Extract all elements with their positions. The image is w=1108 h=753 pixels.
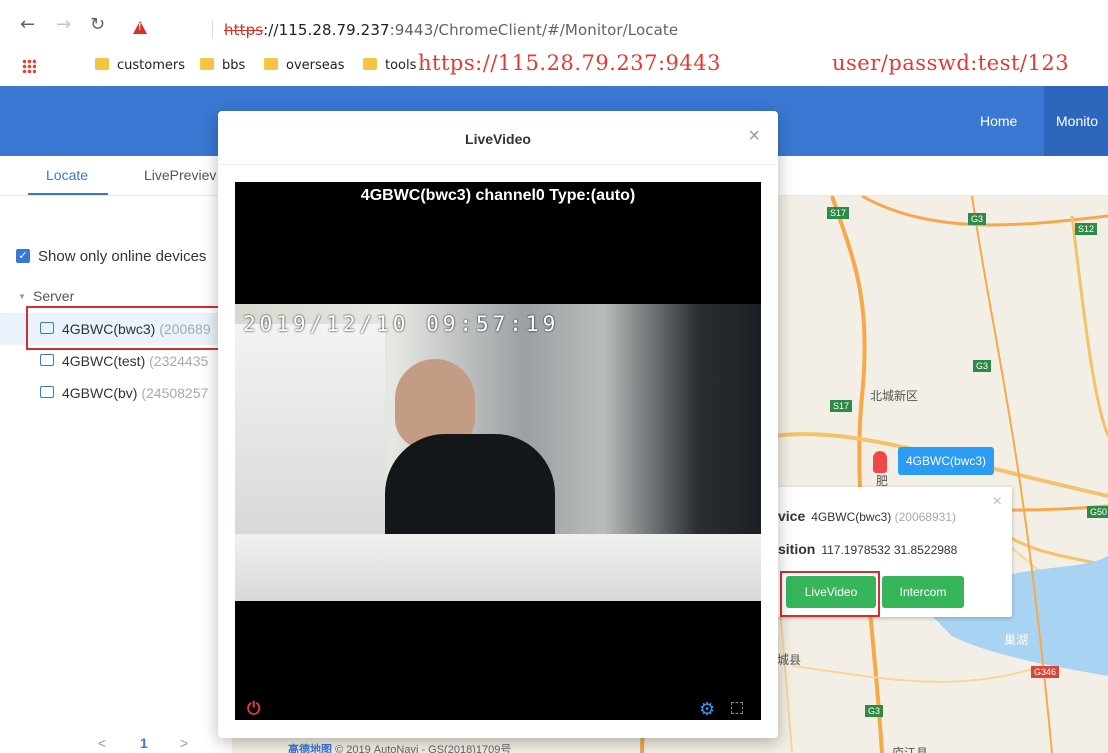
device-name: 4GBWC(test) (2324435: [62, 353, 209, 369]
folder-icon: [363, 58, 377, 70]
pager-next[interactable]: >: [180, 735, 188, 751]
livevideo-modal: LiveVideo × 4GBWC(bwc3) channel0 Type:(a…: [218, 111, 778, 738]
road-shield: G346: [1031, 666, 1060, 678]
map-attribution: 高德地图 © 2019 AutoNavi - GS(2018)1709号: [288, 744, 512, 753]
road-shield: G3: [968, 213, 987, 225]
fullscreen-icon[interactable]: [731, 702, 743, 714]
road-shield: S17: [827, 207, 850, 219]
url-path: :9443/ChromeClient/#/Monitor/Locate: [389, 21, 679, 39]
pager-prev[interactable]: <: [98, 735, 106, 751]
camera-icon: [40, 386, 54, 398]
show-online-checkbox[interactable]: ✓: [16, 249, 30, 263]
video-frame: 2019/12/10 09:57:19: [235, 304, 761, 601]
highlight-device-box: [26, 306, 233, 350]
device-name: 4GBWC(bv) (24508257: [62, 385, 209, 401]
url-separator: [212, 20, 213, 38]
video-timestamp: 2019/12/10 09:57:19: [243, 312, 560, 336]
overlay-url-text: https://115.28.79.237:9443: [418, 51, 722, 75]
intercom-button[interactable]: Intercom: [882, 576, 964, 608]
overlay-credentials-text: user/passwd:test/123: [832, 51, 1070, 75]
close-icon[interactable]: ×: [993, 493, 1002, 511]
road-shield: S12: [1075, 223, 1098, 235]
folder-icon: [95, 58, 109, 70]
bookmark-customers[interactable]: customers: [95, 58, 185, 73]
pager-page[interactable]: 1: [140, 735, 148, 751]
device-row[interactable]: 4GBWC(bv) (24508257: [0, 377, 232, 409]
url-protocol: https: [224, 21, 264, 39]
map-label-lake: 巢湖: [1004, 633, 1029, 647]
nav-home[interactable]: Home: [980, 113, 1017, 129]
camera-icon: [40, 354, 54, 366]
browser-toolbar: ← → ↻ https://115.28.79.237:9443/ChromeC…: [0, 0, 1108, 46]
back-icon[interactable]: ←: [20, 14, 35, 35]
power-icon[interactable]: ⏻: [247, 699, 260, 719]
folder-icon: [264, 58, 278, 70]
gear-icon[interactable]: ⚙: [699, 699, 715, 720]
url-host: ://115.28.79.237: [263, 21, 390, 39]
caret-down-icon[interactable]: ▼: [18, 292, 26, 301]
nav-monitor[interactable]: Monito: [1044, 86, 1108, 156]
modal-divider: [218, 164, 778, 165]
close-icon[interactable]: ×: [748, 125, 760, 148]
popup-device-row: vice 4GBWC(bwc3) (20068931): [778, 508, 956, 524]
bookmark-bbs[interactable]: bbs: [200, 58, 245, 73]
device-marker-label[interactable]: 4GBWC(bwc3): [898, 447, 995, 475]
modal-title: LiveVideo: [465, 131, 531, 147]
bookmark-overseas[interactable]: overseas: [264, 58, 345, 73]
road-shield: S17: [830, 400, 853, 412]
apps-icon[interactable]: [22, 59, 36, 73]
road-shield: G3: [865, 705, 884, 717]
device-marker-icon[interactable]: [873, 451, 887, 473]
video-player[interactable]: 4GBWC(bwc3) channel0 Type:(auto) 2019/12…: [235, 182, 761, 720]
warning-icon[interactable]: [133, 21, 147, 34]
tab-livepreview[interactable]: LivePreviev: [144, 167, 216, 183]
show-online-label: Show only online devices: [38, 248, 207, 265]
map-label-county: 城县: [777, 653, 802, 667]
map-label-county: 庐江县: [892, 746, 929, 753]
highlight-livevideo-box: [780, 571, 880, 617]
road-shield: G3: [973, 360, 992, 372]
bookmark-tools[interactable]: tools: [363, 58, 416, 73]
map-label-district: 北城新区: [870, 389, 919, 403]
address-bar[interactable]: https://115.28.79.237:9443/ChromeClient/…: [224, 21, 678, 39]
reload-icon[interactable]: ↻: [90, 14, 105, 35]
video-title: 4GBWC(bwc3) channel0 Type:(auto): [360, 187, 636, 204]
road-shield: G50: [1087, 506, 1108, 518]
popup-position-row: sition 117.1978532 31.8522988: [778, 541, 958, 557]
desk-shape: [235, 534, 761, 601]
folder-icon: [200, 58, 214, 70]
tab-locate[interactable]: Locate: [46, 167, 88, 183]
forward-icon[interactable]: →: [56, 14, 71, 35]
tree-server-node[interactable]: Server: [33, 288, 74, 304]
